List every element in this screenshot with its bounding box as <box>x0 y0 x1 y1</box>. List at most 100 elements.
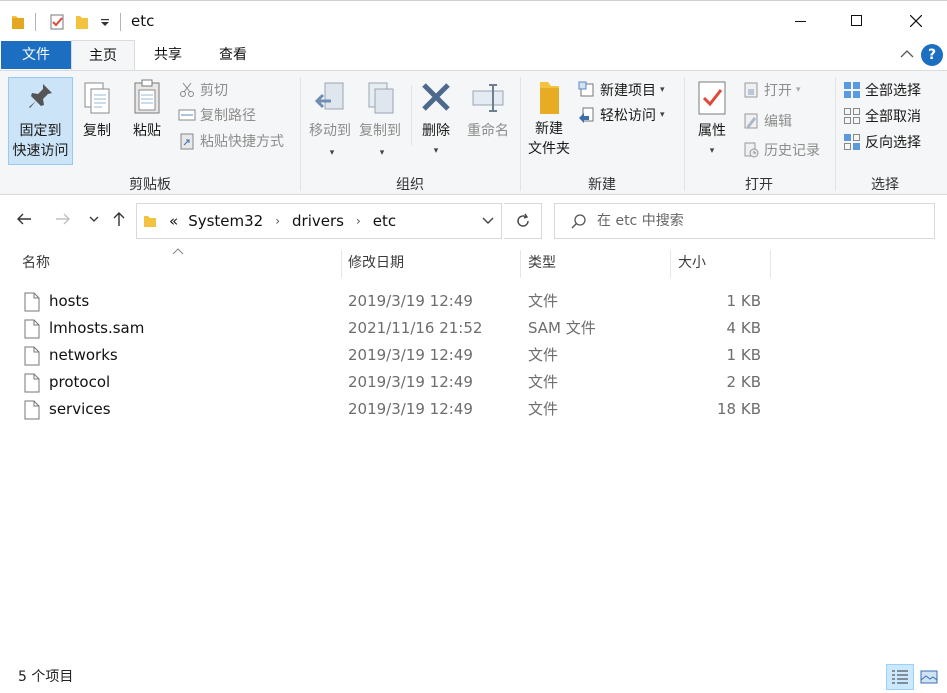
history-label: 历史记录 <box>764 143 820 159</box>
breadcrumb-separator-icon[interactable]: › <box>275 214 280 228</box>
copy-to-button[interactable]: 复制到▾ <box>355 79 405 163</box>
file-name: hosts <box>49 292 90 310</box>
sort-ascending-icon <box>172 244 184 259</box>
recent-locations-button[interactable] <box>83 208 105 230</box>
ribbon: 固定到 快速访问 复制 粘贴 剪切 复制路径 粘贴快捷方式 剪贴板 移动到▾ 复… <box>0 70 947 195</box>
new-folder-quick-icon[interactable] <box>74 11 90 33</box>
file-icon <box>24 400 40 424</box>
close-button[interactable] <box>893 1 939 41</box>
tab-share[interactable]: 共享 <box>140 40 196 70</box>
window-title: etc <box>131 12 155 30</box>
easy-access-button[interactable]: 轻松访问 ▾ <box>578 104 665 126</box>
customize-quick-access-icon[interactable] <box>100 11 110 33</box>
tab-file[interactable]: 文件 <box>1 41 71 69</box>
invert-selection-button[interactable]: 反向选择 <box>843 131 921 153</box>
open-icon <box>742 81 760 99</box>
open-button[interactable]: 打开 ▾ <box>742 79 801 101</box>
paste-button[interactable]: 粘贴 <box>128 79 166 141</box>
history-button[interactable]: 历史记录 <box>742 139 820 161</box>
new-folder-button[interactable]: 新建 文件夹 <box>524 79 574 159</box>
file-size: 4 KB <box>726 319 761 337</box>
delete-button[interactable]: 删除 ▾ <box>416 79 456 161</box>
file-row[interactable]: protocol 2019/3/19 12:49 文件 2 KB <box>18 369 778 396</box>
column-header-type[interactable]: 类型 <box>528 247 556 279</box>
breadcrumb-etc[interactable]: etc <box>373 212 396 230</box>
file-row[interactable]: networks 2019/3/19 12:49 文件 1 KB <box>18 342 778 369</box>
file-name: protocol <box>49 373 111 391</box>
paste-icon <box>134 79 160 114</box>
copy-icon <box>84 82 110 114</box>
tab-home[interactable]: 主页 <box>71 40 135 71</box>
address-bar[interactable]: « System32 › drivers › etc <box>136 203 502 239</box>
pin-to-quick-access[interactable]: 固定到 快速访问 <box>8 81 73 161</box>
maximize-icon <box>851 15 862 26</box>
move-to-label: 移动到▾ <box>309 123 351 158</box>
move-to-icon <box>314 82 344 110</box>
edit-label: 编辑 <box>764 114 792 130</box>
properties-button[interactable]: 属性 ▾ <box>690 79 734 161</box>
details-view-button[interactable] <box>886 664 914 690</box>
properties-quick-icon[interactable] <box>48 11 66 33</box>
copy-path-label: 复制路径 <box>200 108 256 124</box>
edit-button[interactable]: 编辑 <box>742 110 792 132</box>
column-header-size[interactable]: 大小 <box>678 247 706 279</box>
rename-button[interactable]: 重命名 <box>462 79 514 141</box>
file-icon <box>24 346 40 370</box>
easy-access-label: 轻松访问 <box>600 108 656 124</box>
copy-path-button[interactable]: 复制路径 <box>178 104 256 126</box>
file-row[interactable]: hosts 2019/3/19 12:49 文件 1 KB <box>18 288 778 315</box>
edit-icon <box>742 112 760 130</box>
folder-icon <box>10 11 26 33</box>
large-icons-view-button[interactable] <box>915 664 943 690</box>
minimize-button[interactable] <box>778 1 824 41</box>
search-box[interactable] <box>554 203 935 239</box>
maximize-button[interactable] <box>834 1 880 41</box>
select-none-button[interactable]: 全部取消 <box>843 105 921 127</box>
pin-label-1: 固定到 <box>19 123 62 139</box>
move-to-button[interactable]: 移动到▾ <box>305 79 355 163</box>
help-button[interactable]: ? <box>921 44 943 66</box>
file-type: SAM 文件 <box>528 319 596 337</box>
file-row[interactable]: services 2019/3/19 12:49 文件 18 KB <box>18 396 778 423</box>
collapse-ribbon-icon[interactable] <box>900 48 914 63</box>
file-icon <box>24 373 40 397</box>
paste-shortcut-button[interactable]: 粘贴快捷方式 <box>178 130 284 152</box>
file-type: 文件 <box>528 292 559 310</box>
file-row[interactable]: lmhosts.sam 2021/11/16 21:52 SAM 文件 4 KB <box>18 315 778 342</box>
select-all-icon <box>843 81 861 99</box>
copy-label: 复制 <box>83 123 111 139</box>
arrow-right-icon <box>56 213 70 225</box>
address-history-icon[interactable] <box>481 213 495 231</box>
chevron-down-icon <box>89 216 99 222</box>
new-item-button[interactable]: 新建项目 ▾ <box>578 79 665 101</box>
new-folder-icon <box>540 82 559 114</box>
file-type: 文件 <box>528 400 559 418</box>
easy-access-icon <box>578 106 596 124</box>
back-button[interactable] <box>13 208 35 230</box>
tab-view[interactable]: 查看 <box>205 40 261 70</box>
breadcrumb-system32[interactable]: System32 <box>188 212 263 230</box>
invert-selection-label: 反向选择 <box>865 135 921 151</box>
file-date: 2019/3/19 12:49 <box>348 400 473 418</box>
search-input[interactable] <box>597 213 917 229</box>
file-size: 1 KB <box>726 292 761 310</box>
breadcrumb-separator-icon[interactable]: › <box>356 214 361 228</box>
cut-button[interactable]: 剪切 <box>178 79 228 101</box>
column-header-name[interactable]: 名称 <box>22 247 50 279</box>
up-button[interactable] <box>108 208 130 230</box>
breadcrumb-overflow[interactable]: « <box>169 212 178 230</box>
open-label: 打开 <box>764 83 792 99</box>
breadcrumb-drivers[interactable]: drivers <box>292 212 344 230</box>
refresh-button[interactable] <box>504 203 542 239</box>
copy-to-icon <box>368 82 394 114</box>
select-all-button[interactable]: 全部选择 <box>843 79 921 101</box>
column-header-date[interactable]: 修改日期 <box>348 247 404 279</box>
copy-button[interactable]: 复制 <box>78 79 116 141</box>
paste-shortcut-label: 粘贴快捷方式 <box>200 134 284 150</box>
history-icon <box>742 141 760 159</box>
forward-button[interactable] <box>52 208 74 230</box>
new-item-icon <box>578 81 596 99</box>
details-view-icon <box>892 670 908 684</box>
arrow-left-icon <box>17 213 31 225</box>
arrow-up-icon <box>113 212 125 226</box>
